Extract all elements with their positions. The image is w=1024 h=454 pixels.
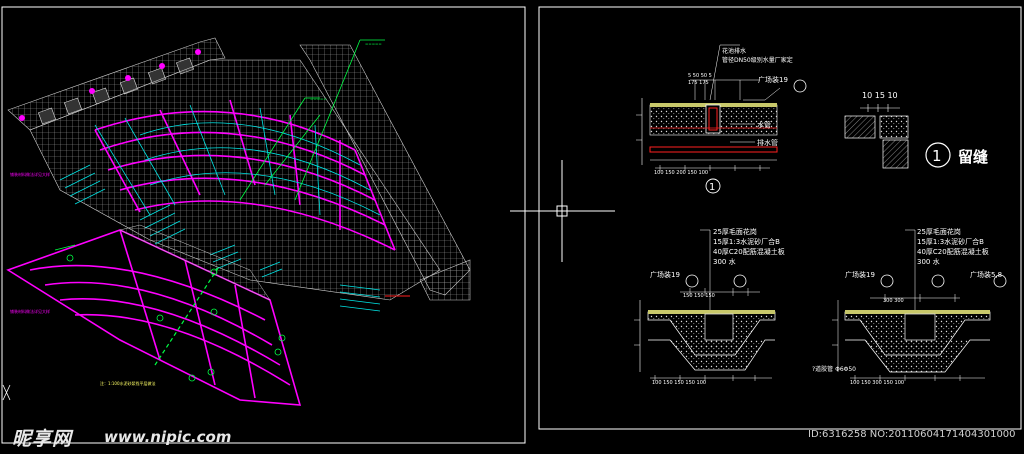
svg-text:1: 1 [932,147,942,165]
svg-text:1: 1 [709,182,715,193]
plaza-plan: 铺装材料做法详见大样 铺装材料做法详见大样 注：1:100水泥砂浆找平层做法 =… [2,37,471,406]
layer-note: 15厚1:3水泥砂厂合B [917,238,984,246]
svg-text:=====: ===== [365,41,382,46]
svg-text:=====: ===== [310,96,327,101]
watermark-id: ID:6316258 NO:20110604171404301000 [808,429,1016,440]
seam-dims: 10 15 10 [862,91,898,100]
green-spine [154,264,221,366]
note-water-pipe: 水管 [757,121,771,129]
note-paving-4: 广场装5,8 [970,271,1003,279]
layer-note: 15厚1:3水泥砂厂合B [713,238,780,246]
dim-mid-right-top: 300 300 [883,298,904,304]
watermark-logo: 昵享网 [12,428,73,450]
layer-note: 300 水 [917,258,940,266]
note-drain-pipe: 排水管 [757,139,778,147]
note-paving-3: 广场装19 [845,271,875,279]
svg-text:注：1:100水泥砂浆找平层做法: 注：1:100水泥砂浆找平层做法 [100,380,156,386]
dim-mid-right-bottom: 100 150 300 150 100 [850,380,905,386]
seam-label: 留缝 [958,148,989,166]
note-pipe-spec: 管径DN50级别水量厂家定 [722,57,793,64]
note-drain-pipe-spec: ?道胶管 Φ6Φ50 [812,366,856,373]
note-planter-drain: 花池排水 [722,48,747,55]
layer-note: 300 水 [713,258,736,266]
dim-top-detail-sub: 175 175 [688,80,709,86]
layer-note: 40厚C20配筋混凝土板 [713,248,785,256]
svg-text:铺装材料做法详见大样: 铺装材料做法详见大样 [10,308,50,314]
north-arrow [2,384,11,401]
cad-crosshair [510,160,615,262]
dim-mid-left-bottom: 100 150 150 150 100 [652,380,707,386]
svg-text:铺装材料做法详见大样: 铺装材料做法详见大样 [10,171,50,177]
detail-seam: 1 [844,104,951,169]
layer-note: 25厚毛面花岗 [713,228,757,236]
layer-notes-left: 25厚毛面花岗 15厚1:3水泥砂厂合B 40厚C20配筋混凝土板 300 水 [713,227,785,267]
note-paving-2: 广场装19 [650,271,680,279]
dim-top-detail-top: 5 50 50 5 [688,73,712,79]
dim-mid-left-top: 150 150 150 [683,293,715,299]
note-paving-1: 广场装19 [758,76,788,84]
layer-note: 25厚毛面花岗 [917,228,961,236]
layer-notes-right: 25厚毛面花岗 15厚1:3水泥砂厂合B 40厚C20配筋混凝土板 300 水 [917,227,989,267]
watermark-url: www.nipic.com [104,428,232,446]
layer-note: 40厚C20配筋混凝土板 [917,248,989,256]
dim-top-detail-bottom: 100 150 200 150 100 [654,170,709,176]
